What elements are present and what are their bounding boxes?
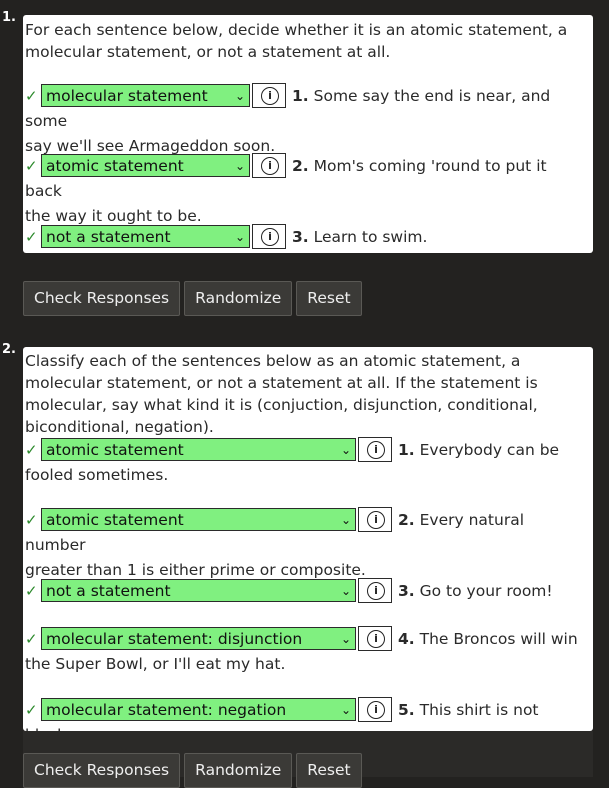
reset-button[interactable]: Reset [296,753,362,788]
checkmark-icon: ✓ [25,441,38,459]
question-1: ✓ molecular statement ⌄ i 1. Some say the en… [25,83,585,159]
info-button[interactable]: i [358,437,392,462]
checkmark-icon: ✓ [25,511,38,529]
check-responses-button[interactable]: Check Responses [23,281,181,316]
selected-value: molecular statement: negation [46,701,287,719]
question-4: ✓ molecular statement: disjunction ⌄ i 4. Th… [25,626,585,677]
answer-select[interactable]: atomic statement ⌄ [41,438,356,461]
checkmark-icon: ✓ [25,157,38,175]
checkmark-icon: ✓ [25,582,38,600]
answer-select[interactable]: molecular statement: negation ⌄ [41,698,356,721]
selected-value: not a statement [46,228,171,246]
question-number: 1. [292,87,309,105]
selected-value: atomic statement [46,511,184,529]
exercise-2-card: Classify each of the sentences below as … [23,347,593,744]
question-number: 4. [398,630,415,648]
answer-select[interactable]: not a statement ⌄ [41,225,250,248]
checkmark-icon: ✓ [25,701,38,719]
info-button[interactable]: i [252,83,286,108]
info-icon: i [367,630,385,648]
answer-select[interactable]: atomic statement ⌄ [41,154,250,177]
chevron-down-icon: ⌄ [234,159,245,173]
question-text-cont: say we'll see Armageddon soon. [25,137,276,155]
chevron-down-icon: ⌄ [340,443,351,457]
randomize-button[interactable]: Randomize [184,753,293,788]
chevron-down-icon: ⌄ [234,89,245,103]
info-button[interactable]: i [252,153,286,178]
question-2: ✓ atomic statement ⌄ i 2. Every natural numb… [25,507,585,583]
question-number: 5. [398,701,415,719]
chevron-down-icon: ⌄ [340,703,351,717]
exercise-prompt: Classify each of the sentences below as … [25,352,538,436]
question-text-cont: the way it ought to be. [25,207,202,225]
selected-value: not a statement [46,582,171,600]
question-text-cont: greater than 1 is either prime or compos… [25,561,366,579]
exercise-1-card: For each sentence below, decide whether … [23,15,593,253]
info-button[interactable]: i [252,224,286,249]
checkmark-icon: ✓ [25,228,38,246]
info-button[interactable]: i [358,507,392,532]
checkmark-icon: ✓ [25,630,38,648]
answer-select[interactable]: molecular statement: disjunction ⌄ [41,627,356,650]
question-number: 2. [292,157,309,175]
check-responses-button[interactable]: Check Responses [23,753,181,788]
exercise-1-buttons: Check Responses Randomize Reset [23,281,366,316]
question-3: ✓ not a statement ⌄ i 3. Go to your room! [25,578,585,604]
chevron-down-icon: ⌄ [234,230,245,244]
question-text-cont: fooled sometimes. [25,466,169,484]
question-2: ✓ atomic statement ⌄ i 2. Mom's coming 'roun… [25,153,585,229]
question-text: Learn to swim. [313,228,428,246]
info-button[interactable]: i [358,697,392,722]
question-text-cont: the Super Bowl, or I'll eat my hat. [25,655,286,673]
info-icon: i [367,511,385,529]
info-icon: i [367,441,385,459]
question-number: 3. [292,228,309,246]
selected-value: molecular statement [46,87,208,105]
info-button[interactable]: i [358,578,392,603]
selected-value: molecular statement: disjunction [46,630,303,648]
answer-select[interactable]: molecular statement ⌄ [41,84,250,107]
info-icon: i [261,157,279,175]
question-text: The Broncos will win [419,630,578,648]
question-number: 1. [398,441,415,459]
chevron-down-icon: ⌄ [340,584,351,598]
info-icon: i [261,87,279,105]
checkmark-icon: ✓ [25,87,38,105]
info-button[interactable]: i [358,626,392,651]
selected-value: atomic statement [46,441,184,459]
question-1: ✓ atomic statement ⌄ i 1. Everybody can be f… [25,437,585,488]
exercise-number: 2. [2,342,16,357]
answer-select[interactable]: not a statement ⌄ [41,579,356,602]
exercise-2-buttons: Check Responses Randomize Reset [23,753,366,788]
randomize-button[interactable]: Randomize [184,281,293,316]
chevron-down-icon: ⌄ [340,632,351,646]
selected-value: atomic statement [46,157,184,175]
exercise-number: 1. [2,10,16,25]
chevron-down-icon: ⌄ [340,513,351,527]
question-3: ✓ not a statement ⌄ i 3. Learn to swim. [25,224,585,250]
question-text: Everybody can be [419,441,560,459]
answer-select[interactable]: atomic statement ⌄ [41,508,356,531]
info-icon: i [261,228,279,246]
exercise-prompt: For each sentence below, decide whether … [25,21,568,61]
question-number: 3. [398,582,415,600]
info-icon: i [367,582,385,600]
question-number: 2. [398,511,415,529]
question-text: Go to your room! [419,582,553,600]
info-icon: i [367,701,385,719]
reset-button[interactable]: Reset [296,281,362,316]
